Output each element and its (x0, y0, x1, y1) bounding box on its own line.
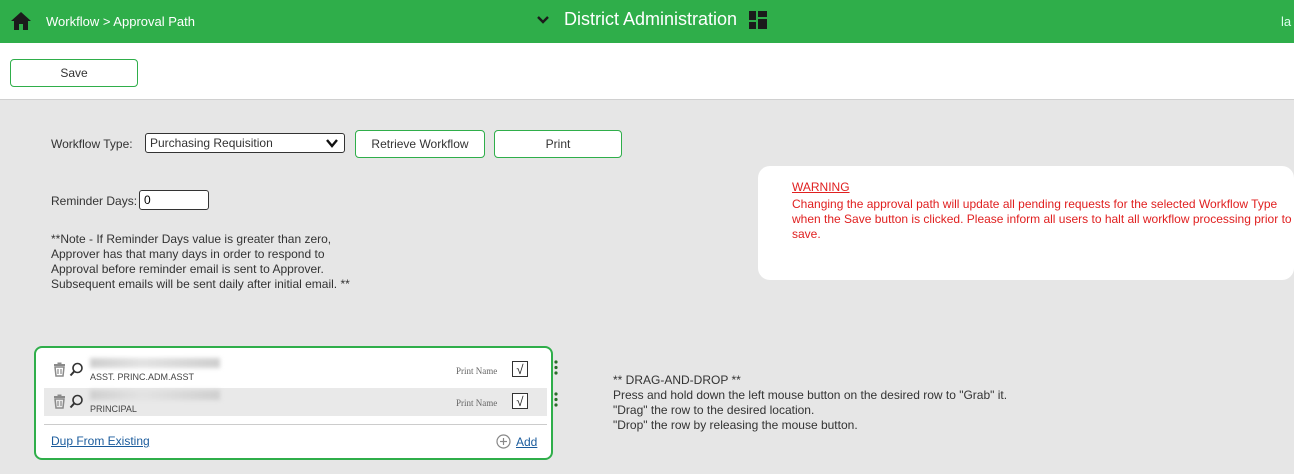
note-line: **Note - If Reminder Days value is great… (51, 232, 332, 246)
district-selector[interactable]: District Administration (536, 9, 768, 30)
retrieve-workflow-button[interactable]: Retrieve Workflow (355, 130, 485, 158)
add-label: Add (516, 434, 538, 449)
print-name-checkbox[interactable]: √ (512, 361, 528, 377)
trash-icon[interactable] (52, 394, 67, 409)
dnd-line: "Drop" the row by releasing the mouse bu… (613, 418, 858, 432)
search-icon[interactable] (69, 362, 84, 377)
chevron-down-icon (537, 15, 549, 24)
approver-name-redacted (90, 390, 220, 400)
home-icon[interactable] (10, 11, 32, 31)
workflow-type-select[interactable]: Purchasing Requisition (145, 133, 345, 153)
approver-name-redacted (90, 358, 220, 368)
toolbar: Save (0, 43, 1294, 100)
print-button[interactable]: Print (494, 130, 622, 158)
grid-icon[interactable] (749, 10, 768, 29)
chevron-down-icon (326, 139, 338, 148)
warning-title: WARNING (792, 180, 850, 194)
plus-circle-icon (496, 434, 511, 449)
search-icon[interactable] (69, 394, 84, 409)
divider (44, 424, 547, 425)
reminder-note: **Note - If Reminder Days value is great… (51, 232, 391, 292)
workflow-type-label: Workflow Type: (51, 137, 133, 151)
district-title: District Administration (564, 9, 738, 29)
save-button[interactable]: Save (10, 59, 138, 87)
drag-drop-instructions: ** DRAG-AND-DROP ** Press and hold down … (613, 373, 1007, 433)
add-approver-button[interactable]: Add (496, 434, 537, 449)
print-name-checkbox[interactable]: √ (512, 393, 528, 409)
note-line: Approver has that many days in order to … (51, 247, 325, 261)
warning-text: Changing the approval path will update a… (792, 197, 1292, 241)
note-line: Approval before reminder email is sent t… (51, 262, 324, 276)
top-bar: Workflow > Approval Path District Admini… (0, 0, 1294, 43)
trash-icon[interactable] (52, 362, 67, 377)
workflow-type-value: Purchasing Requisition (150, 136, 273, 150)
breadcrumb: Workflow > Approval Path (46, 14, 195, 29)
kebab-menu-icon[interactable] (551, 392, 561, 408)
reminder-days-label: Reminder Days: (51, 194, 138, 208)
dup-from-existing-link[interactable]: Dup From Existing (51, 434, 150, 448)
reminder-days-input[interactable] (139, 190, 209, 210)
approver-row[interactable]: PRINCIPAL Print Name √ (44, 388, 558, 416)
approver-role: ASST. PRINC.ADM.ASST (90, 372, 195, 382)
user-info-text: la (1281, 14, 1292, 29)
kebab-menu-icon[interactable] (551, 360, 561, 376)
warning-box: WARNING Changing the approval path will … (758, 166, 1294, 280)
approver-row[interactable]: ASST. PRINC.ADM.ASST Print Name √ (44, 356, 558, 384)
dnd-line: ** DRAG-AND-DROP ** (613, 373, 741, 387)
dnd-line: Press and hold down the left mouse butto… (613, 388, 1008, 402)
approval-path-list: ASST. PRINC.ADM.ASST Print Name √ PRINCI… (34, 346, 558, 460)
print-name-label: Print Name (456, 366, 498, 376)
note-line: Subsequent emails will be sent daily aft… (51, 277, 350, 291)
dnd-line: "Drag" the row to the desired location. (613, 403, 815, 417)
print-name-label: Print Name (456, 398, 498, 408)
approver-role: PRINCIPAL (90, 404, 137, 414)
